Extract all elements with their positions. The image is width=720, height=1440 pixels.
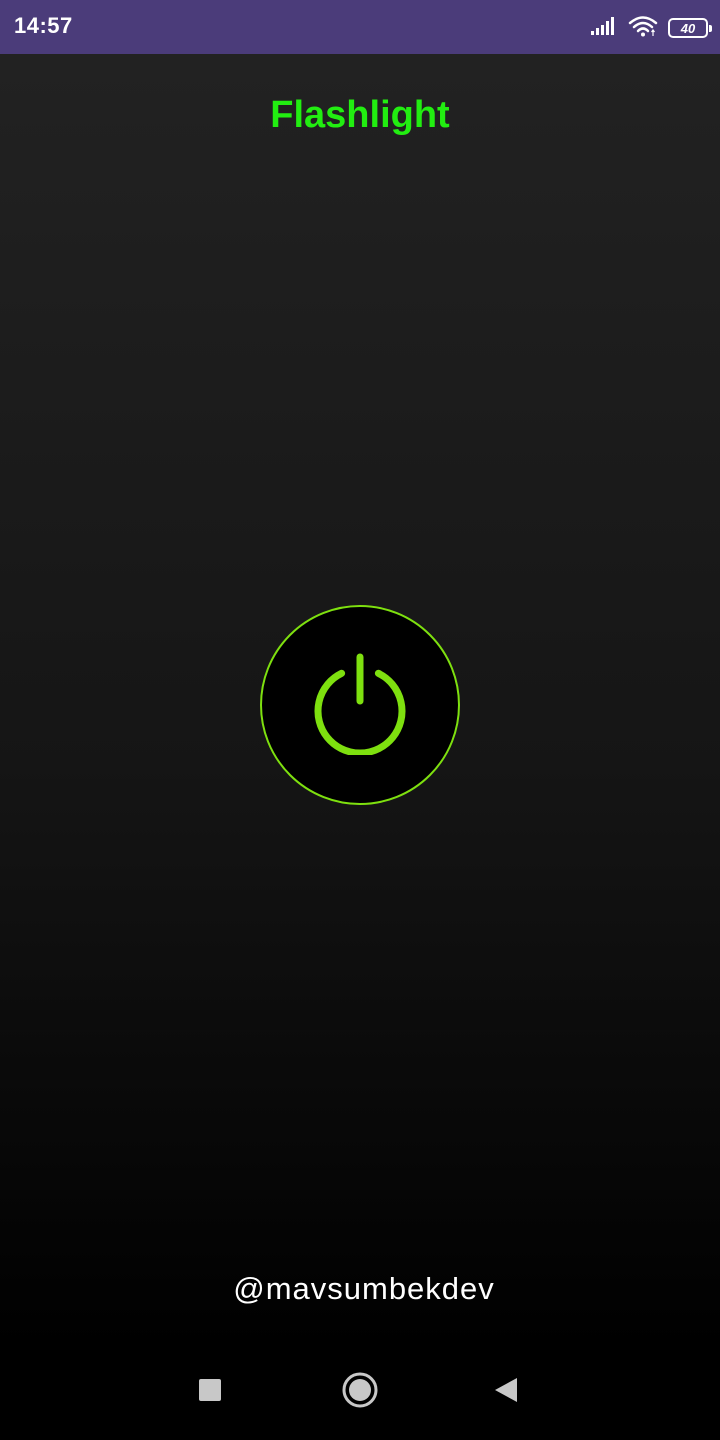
home-button[interactable] — [320, 1350, 400, 1434]
recents-button[interactable] — [170, 1350, 250, 1434]
power-icon — [310, 651, 410, 760]
back-button[interactable] — [466, 1350, 546, 1434]
status-time: 14:57 — [14, 13, 73, 38]
navigation-bar — [0, 1350, 720, 1440]
signal-icon — [590, 16, 618, 41]
page-title: Flashlight — [270, 94, 450, 136]
battery-level: 40 — [680, 20, 696, 36]
app-body: Flashlight @mavsumbekdev — [0, 54, 720, 1350]
developer-credit: @mavsumbekdev — [233, 1271, 495, 1306]
back-icon — [493, 1376, 519, 1409]
home-icon — [341, 1371, 379, 1414]
power-button[interactable] — [260, 605, 460, 805]
recents-icon — [198, 1378, 222, 1407]
screen: 14:57 40 Flashlight @mavsumbekdev — [0, 0, 720, 1440]
status-bar: 14:57 40 — [0, 0, 720, 54]
battery-icon: 40 — [668, 18, 712, 38]
wifi-icon — [628, 15, 658, 42]
status-icons: 40 — [590, 14, 712, 42]
